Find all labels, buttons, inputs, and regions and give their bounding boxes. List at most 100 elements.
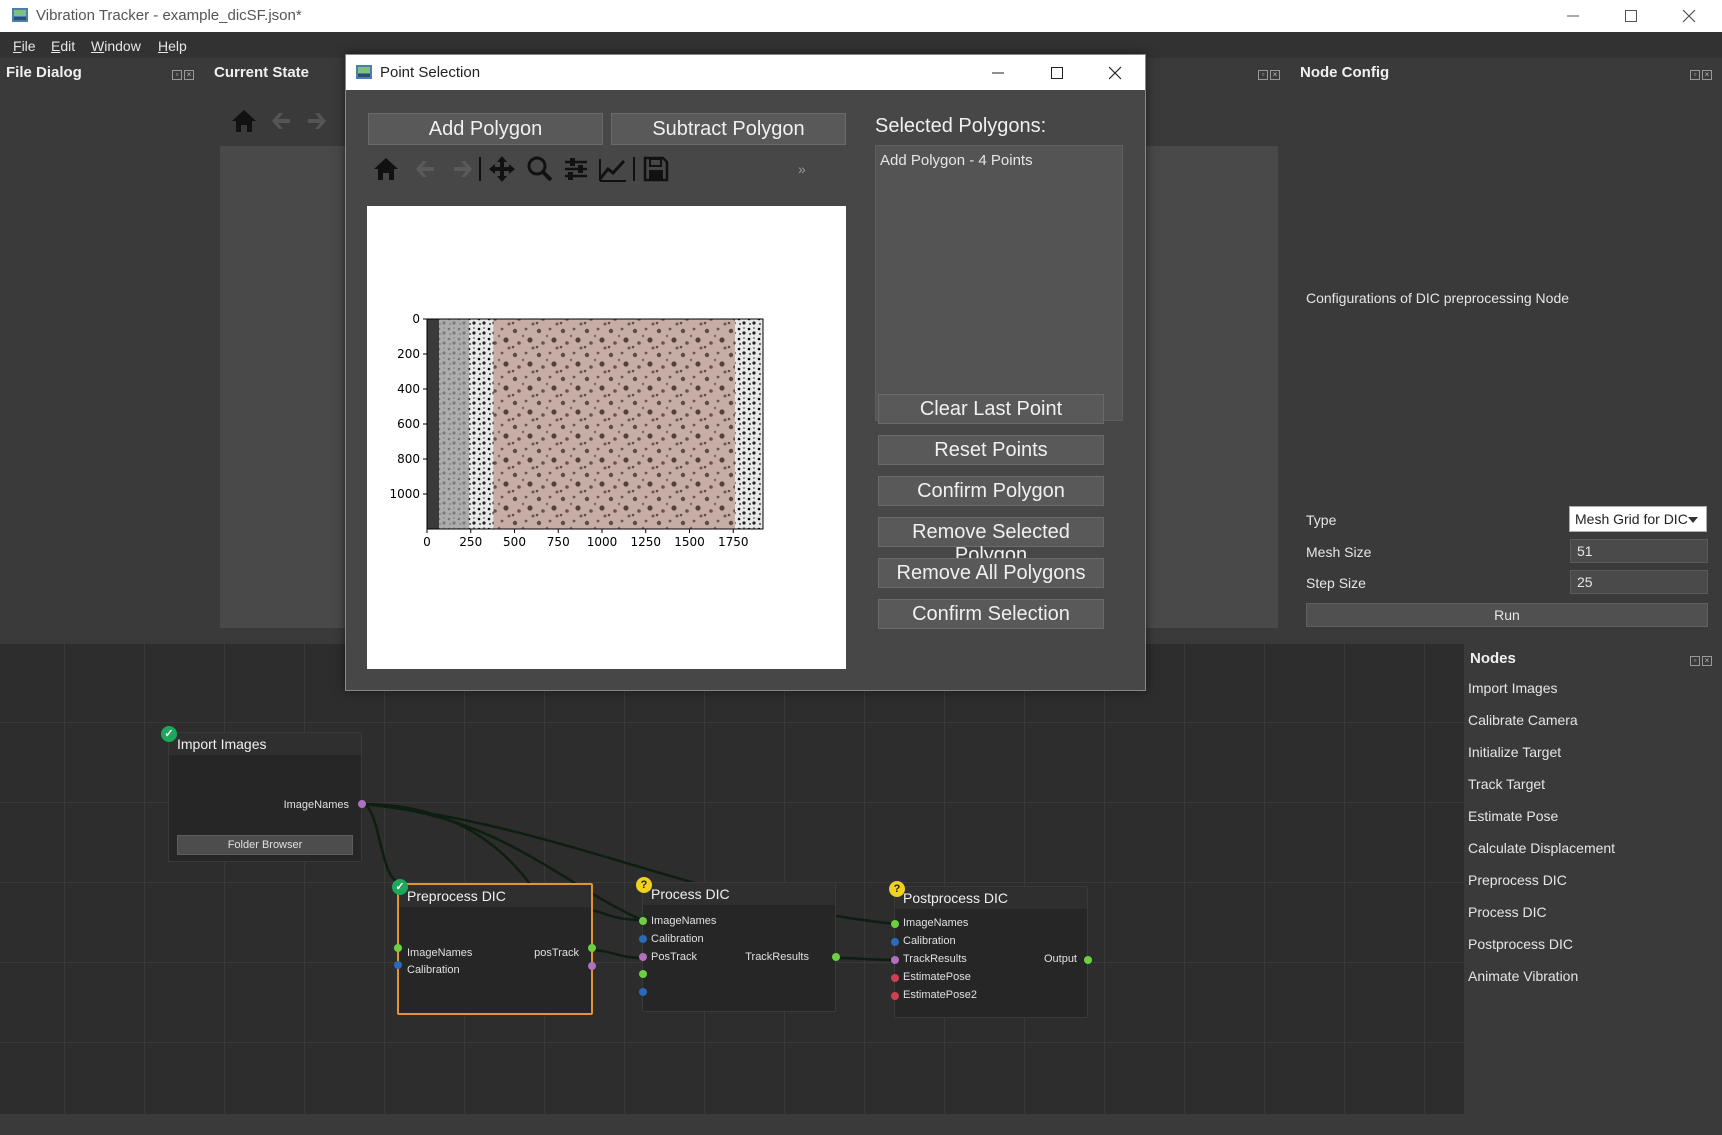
node-process-dic[interactable]: Process DIC ImageNames Calibration PosTr… — [642, 882, 836, 1012]
dialog-title: Point Selection — [380, 64, 481, 81]
status-ok-icon: ✓ — [392, 879, 408, 895]
dock-header-node-config: Node Config — [1296, 58, 1596, 81]
y-tick-label: 200 — [397, 347, 420, 361]
port-label-imagenames: ImageNames — [407, 947, 473, 959]
add-polygon-button[interactable]: Add Polygon — [368, 113, 603, 145]
app-icon — [12, 8, 28, 22]
close-icon[interactable]: × — [184, 70, 194, 80]
y-tick-label: 1000 — [389, 487, 420, 501]
subtract-polygon-button[interactable]: Subtract Polygon — [611, 113, 846, 145]
app-icon — [356, 65, 372, 79]
run-button[interactable]: Run — [1306, 603, 1708, 627]
close-icon — [1108, 66, 1122, 79]
type-select-value: Mesh Grid for DIC — [1575, 511, 1688, 527]
menu-help[interactable]: Help — [158, 38, 187, 54]
minimize-button[interactable] — [1544, 0, 1602, 32]
float-icon[interactable]: ▫ — [1258, 70, 1268, 80]
x-tick-label: 750 — [547, 535, 570, 549]
close-icon[interactable]: × — [1702, 656, 1712, 666]
node-import-images[interactable]: Import Images ImageNames Folder Browser — [168, 732, 362, 862]
x-tick-label: 250 — [459, 535, 482, 549]
close-icon[interactable]: × — [1702, 70, 1712, 80]
float-icon[interactable]: ▫ — [1690, 656, 1700, 666]
menu-window[interactable]: Window — [91, 38, 141, 54]
type-select[interactable]: Mesh Grid for DIC — [1569, 506, 1707, 532]
home-icon[interactable] — [372, 155, 400, 183]
remove-selected-polygon-button[interactable]: Remove Selected Polygon — [878, 517, 1104, 566]
zoom-icon[interactable] — [526, 155, 554, 183]
dock-buttons-node-config[interactable]: ▫ × — [1690, 64, 1714, 80]
polygon-list-item[interactable]: Add Polygon - 4 Points — [880, 152, 1033, 169]
node-preprocess-dic[interactable]: Preprocess DIC ImageNames Calibration po… — [397, 883, 593, 1015]
remove-all-polygons-button[interactable]: Remove All Polygons — [878, 558, 1104, 588]
close-icon[interactable]: × — [1270, 70, 1280, 80]
forward-icon[interactable] — [450, 155, 476, 183]
dialog-maximize-button[interactable] — [1028, 55, 1086, 90]
dock-buttons-current-state[interactable]: ▫ × — [1258, 64, 1282, 80]
forward-icon[interactable] — [304, 108, 330, 134]
menu-edit[interactable]: Edit — [51, 38, 75, 54]
configure-subplots-icon[interactable] — [562, 155, 590, 183]
home-icon[interactable] — [230, 108, 258, 134]
x-tick-label: 1500 — [674, 535, 705, 549]
chevron-down-icon — [1688, 517, 1698, 523]
edit-axis-icon[interactable] — [598, 155, 628, 183]
nodes-list-item[interactable]: Animate Vibration — [1468, 968, 1578, 984]
back-icon[interactable] — [412, 155, 438, 183]
node-graph-canvas[interactable]: Import Images ImageNames Folder Browser … — [0, 644, 1464, 1114]
minimize-icon — [992, 72, 1004, 73]
minimize-icon — [1567, 15, 1579, 17]
dialog-titlebar: Point Selection — [346, 55, 1145, 90]
dialog-minimize-button[interactable] — [969, 55, 1027, 90]
save-icon[interactable] — [642, 155, 670, 183]
plot-canvas[interactable]: 0 250 500 750 1000 1250 1500 1750 0 200 400 600 800 1… — [367, 206, 846, 669]
node-config-description: Configurations of DIC preprocessing Node — [1306, 290, 1570, 306]
node-postprocess-dic[interactable]: Postprocess DIC ImageNames Calibration T… — [894, 886, 1088, 1018]
maximize-icon — [1625, 10, 1637, 22]
dock-buttons-nodes[interactable]: ▫ × — [1690, 650, 1714, 666]
port-label-imagenames: ImageNames — [283, 799, 349, 811]
dock-buttons-file-dialog[interactable]: ▫ × — [172, 64, 196, 80]
node-title: Postprocess DIC — [895, 887, 1087, 909]
float-icon[interactable]: ▫ — [172, 70, 182, 80]
nodes-list-item[interactable]: Process DIC — [1468, 904, 1547, 920]
status-warning-icon: ? — [636, 877, 652, 893]
step-size-input[interactable]: 25 — [1570, 570, 1708, 594]
folder-browser-button[interactable]: Folder Browser — [177, 835, 353, 855]
nodes-list-item[interactable]: Initialize Target — [1468, 744, 1561, 760]
separator-icon — [633, 157, 635, 181]
window-title: Vibration Tracker - example_dicSF.json* — [36, 7, 302, 24]
port-label-calibration: Calibration — [651, 933, 704, 945]
float-icon[interactable]: ▫ — [1690, 70, 1700, 80]
node-title: Import Images — [169, 733, 361, 755]
nodes-list-item[interactable]: Estimate Pose — [1468, 808, 1558, 824]
nodes-list-item[interactable]: Postprocess DIC — [1468, 936, 1573, 952]
maximize-button[interactable] — [1602, 0, 1660, 32]
y-tick-label: 800 — [397, 452, 420, 466]
port-label-estimatepose2: EstimatePose2 — [903, 989, 977, 1001]
separator-icon — [479, 157, 481, 181]
toolbar-overflow-icon[interactable]: » — [798, 161, 806, 177]
close-button[interactable] — [1660, 0, 1718, 32]
mesh-size-input[interactable]: 51 — [1570, 539, 1708, 563]
pan-icon[interactable] — [488, 155, 516, 183]
x-tick-label: 1000 — [587, 535, 618, 549]
image-plot[interactable]: 0 250 500 750 1000 1250 1500 1750 0 200 400 600 800 1… — [367, 206, 846, 669]
status-bar — [0, 1114, 1722, 1135]
confirm-selection-button[interactable]: Confirm Selection — [878, 599, 1104, 629]
nodes-list-item[interactable]: Calculate Displacement — [1468, 840, 1615, 856]
port-label-postrack: PosTrack — [651, 951, 698, 963]
reset-points-button[interactable]: Reset Points — [878, 435, 1104, 465]
connection-top-process — [589, 908, 643, 922]
menu-file[interactable]: File — [13, 38, 36, 54]
y-tick-label: 0 — [412, 312, 420, 326]
nodes-list-item[interactable]: Calibrate Camera — [1468, 712, 1578, 728]
dialog-close-button[interactable] — [1086, 55, 1144, 90]
nodes-list-item[interactable]: Import Images — [1468, 680, 1557, 696]
polygon-list[interactable]: Add Polygon - 4 Points — [875, 145, 1123, 421]
nodes-list-item[interactable]: Track Target — [1468, 776, 1545, 792]
confirm-polygon-button[interactable]: Confirm Polygon — [878, 476, 1104, 506]
nodes-list-item[interactable]: Preprocess DIC — [1468, 872, 1567, 888]
clear-last-point-button[interactable]: Clear Last Point — [878, 394, 1104, 424]
back-icon[interactable] — [268, 108, 294, 134]
